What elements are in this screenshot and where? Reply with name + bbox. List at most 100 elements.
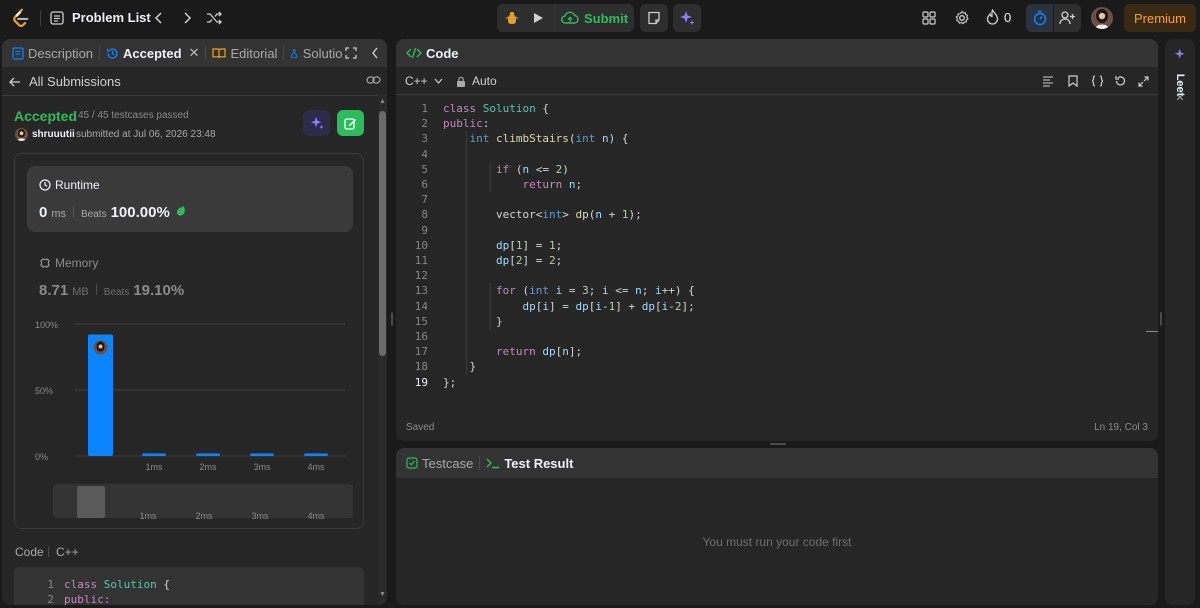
author-username[interactable]: shruuutii <box>32 129 75 140</box>
code-text: public: <box>443 117 490 131</box>
chart-bar[interactable] <box>250 453 274 456</box>
scrollbar-track[interactable]: ▲ ▼ <box>378 95 387 605</box>
tab-test-result[interactable]: Test Result <box>480 448 579 478</box>
scrollbar-thumb[interactable] <box>379 111 386 356</box>
memory-title: Memory <box>55 256 99 270</box>
runtime-distribution-chart[interactable]: 100% 50% 0% 1ms 2ms 3ms 4ms 1ms 2ms 3ms 4ms <box>15 310 363 530</box>
code-label: Code <box>15 545 44 559</box>
y-tick-label: 100% <box>35 320 58 330</box>
leet-sparkle-icon[interactable] <box>1173 47 1187 61</box>
timer-icon[interactable] <box>1026 4 1053 32</box>
tab-accepted[interactable]: Accepted ✕ <box>100 39 205 67</box>
code-text: dp[2] = 2; <box>495 254 563 267</box>
chevron-right-icon[interactable] <box>178 9 196 27</box>
code-text: return dp[n]; <box>495 345 583 359</box>
all-submissions-link[interactable]: All Submissions <box>9 74 121 89</box>
code-text: if (n <= 2) <box>495 162 569 176</box>
code-editor[interactable]: 1 class Solution {2 public: 3 int climbStai… <box>396 101 1146 401</box>
test-result-panel: Testcase Test Result You must run your c… <box>396 448 1158 605</box>
chevron-left-icon[interactable] <box>150 9 168 27</box>
settings-gear-icon[interactable] <box>953 9 971 27</box>
resize-handle[interactable] <box>770 443 786 445</box>
minimap-marker <box>1146 331 1158 332</box>
arrow-left-icon <box>9 77 20 86</box>
resize-handle[interactable] <box>391 312 393 326</box>
expand-icon[interactable] <box>344 46 358 60</box>
tab-description[interactable]: Description <box>2 39 99 67</box>
close-icon[interactable]: ✕ <box>1173 90 1187 104</box>
language-select[interactable]: C++ <box>405 74 443 88</box>
code-text: } <box>469 360 477 374</box>
close-tab-icon[interactable]: ✕ <box>189 45 200 61</box>
runtime-beats: 100.00% <box>110 204 170 221</box>
lock-icon <box>457 76 465 87</box>
add-friend-icon[interactable] <box>1054 4 1081 32</box>
scroll-up-icon[interactable]: ▲ <box>379 98 386 105</box>
memory-value: 8.71 <box>39 282 69 299</box>
leetcode-logo-icon[interactable] <box>9 7 31 29</box>
save-status: Saved <box>406 422 435 433</box>
mode-value: Auto <box>472 74 497 88</box>
beats-label: Beats <box>103 287 130 298</box>
edit-note-icon[interactable] <box>337 110 364 136</box>
list-icon[interactable] <box>48 9 66 27</box>
link-icon[interactable] <box>365 73 381 87</box>
tab-code[interactable]: Code <box>396 39 465 67</box>
streak-counter[interactable]: 0 <box>986 9 1011 25</box>
premium-button[interactable]: Premium <box>1124 4 1196 32</box>
submitted-code-preview: 1 class Solution { 2 public: <box>14 567 364 605</box>
book-icon <box>212 48 227 59</box>
ai-sparkle-icon[interactable] <box>673 4 701 32</box>
curly-braces-icon[interactable] <box>1090 74 1104 88</box>
chevron-down-icon <box>434 78 443 84</box>
tab-testcase[interactable]: Testcase <box>396 448 479 478</box>
cursor-position: Ln 19, Col 3 <box>1094 422 1148 433</box>
chart-bar[interactable] <box>142 453 166 456</box>
notes-icon[interactable] <box>640 4 668 32</box>
memory-card[interactable]: Memory 8.71 MB Beats 19.10% <box>27 244 353 310</box>
runtime-card[interactable]: Runtime 0 ms Beats 100.00% <box>27 166 353 232</box>
autocomplete-mode[interactable]: Auto <box>456 74 497 88</box>
debug-bug-icon[interactable] <box>502 8 522 28</box>
analyze-sparkle-icon[interactable] <box>303 110 330 136</box>
code-text: return n; <box>522 178 583 191</box>
divider <box>73 206 75 217</box>
line-number: 15 <box>414 314 428 328</box>
chart-bar[interactable] <box>196 453 220 456</box>
tab-solutions[interactable]: Solutio <box>284 39 348 67</box>
tab-label: Editorial <box>230 45 278 61</box>
collapse-panel-icon[interactable] <box>368 46 382 60</box>
code-text: }; <box>443 375 457 389</box>
line-number: 1 <box>421 102 428 115</box>
stats-container: Runtime 0 ms Beats 100.00% Memory 8.71 M… <box>14 153 364 529</box>
shuffle-icon[interactable] <box>205 9 223 27</box>
cloud-upload-icon <box>561 11 579 24</box>
navigator-tick-label: 3ms <box>251 511 269 521</box>
code-editor-panel: Code C++ Auto 1 class Solution {2 public: 3… <box>396 39 1158 441</box>
tab-label: Testcase <box>422 455 474 471</box>
submit-button[interactable]: Submit <box>554 4 634 32</box>
divider <box>48 546 49 557</box>
editor-tab-bar: Code <box>396 39 1158 67</box>
format-lines-icon[interactable] <box>1041 74 1055 88</box>
code-line: class Solution { <box>64 578 170 591</box>
runtime-title: Runtime <box>55 178 100 192</box>
document-icon <box>12 46 24 60</box>
layout-grid-icon[interactable] <box>920 9 938 27</box>
line-number: 18 <box>414 360 428 374</box>
bookmark-icon[interactable] <box>1066 74 1080 88</box>
user-avatar[interactable] <box>1091 7 1113 29</box>
line-number: 11 <box>414 254 428 267</box>
resize-handle[interactable] <box>1160 312 1162 326</box>
chart-bar[interactable] <box>304 453 328 456</box>
tab-label: Test Result <box>504 455 574 471</box>
problem-list-link[interactable]: Problem List <box>72 10 151 25</box>
tab-editorial[interactable]: Editorial <box>206 39 283 67</box>
rail-bg <box>1165 39 1195 605</box>
run-play-icon[interactable] <box>528 8 548 28</box>
fullscreen-icon[interactable] <box>1136 74 1150 88</box>
reset-icon[interactable] <box>1113 74 1127 88</box>
x-tick-label: 4ms <box>307 462 325 472</box>
scroll-down-icon[interactable]: ▼ <box>379 591 386 598</box>
author-avatar <box>15 128 28 141</box>
